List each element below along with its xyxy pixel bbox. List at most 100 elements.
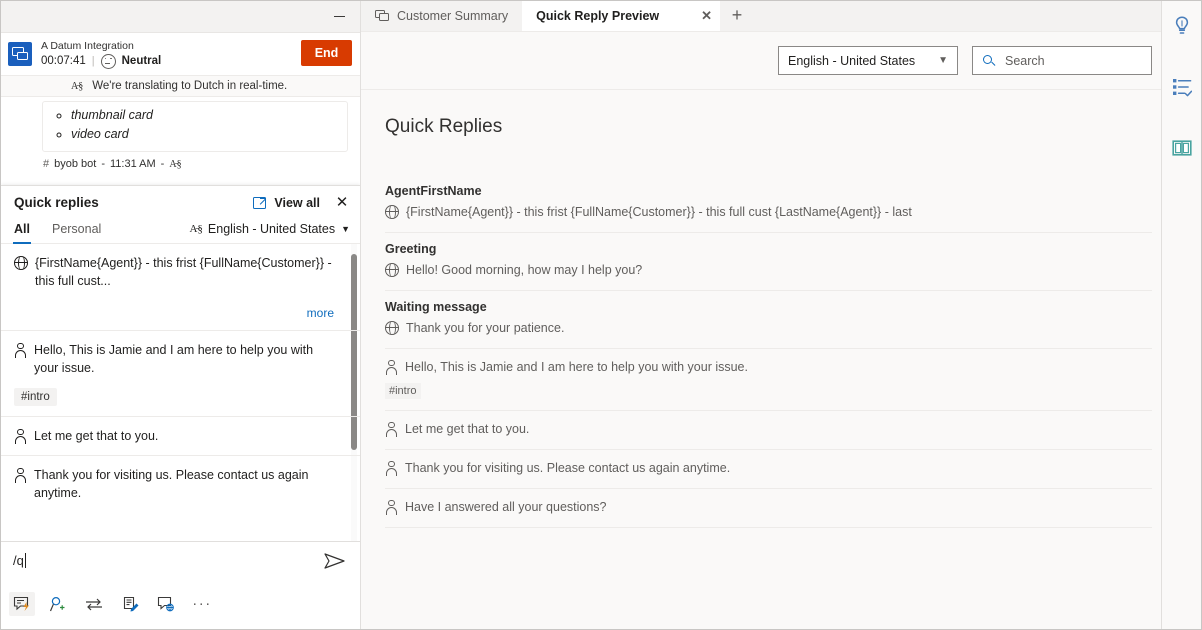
conversation-header: A Datum Integration 00:07:41 | Neutral E… — [1, 33, 360, 75]
translate-icon: A̵§ — [189, 223, 202, 235]
tab-all-label: All — [14, 222, 30, 236]
bot-card: thumbnail card video card — [42, 101, 348, 152]
message-meta-dash: - — [161, 158, 165, 170]
close-icon[interactable]: ✕ — [334, 196, 350, 210]
translate-icon: A̵§ — [71, 81, 83, 92]
search-input[interactable] — [1003, 53, 1142, 69]
preview-item-text: Hello! Good morning, how may I help you? — [406, 261, 642, 279]
conversation-title: A Datum Integration — [41, 40, 161, 53]
close-icon[interactable]: ✕ — [701, 10, 712, 22]
list-item[interactable]: Hello, This is Jamie and I am here to he… — [1, 331, 360, 417]
quick-replies-tabs: All Personal A̵§ English - United States… — [1, 214, 360, 244]
end-conversation-button[interactable]: End — [301, 40, 352, 66]
consult-tool-button[interactable] — [45, 592, 71, 616]
more-icon: ··· — [192, 599, 212, 609]
quick-reply-text: {FirstName{Agent}} - this frist {FullNam… — [35, 254, 334, 290]
composer-toolbar: ··· — [1, 584, 360, 616]
preview-item[interactable]: Have I answered all your questions? — [385, 489, 1152, 528]
chevron-down-icon: ▼ — [341, 224, 350, 234]
preview-item[interactable]: Greeting Hello! Good morning, how may I … — [385, 233, 1152, 291]
chat-pane: A Datum Integration 00:07:41 | Neutral E… — [1, 1, 361, 630]
preview-item[interactable]: AgentFirstName {FirstName{Agent}} - this… — [385, 175, 1152, 233]
person-icon — [385, 499, 398, 514]
preview-item[interactable]: Let me get that to you. — [385, 411, 1152, 450]
quick-replies-title: Quick replies — [14, 195, 253, 210]
hash-icon: # — [43, 158, 49, 170]
chat-pane-titlebar — [1, 1, 360, 33]
chevron-down-icon: ▼ — [938, 55, 948, 66]
view-all-button[interactable]: View all — [253, 196, 320, 210]
translation-banner-text: We're translating to Dutch in real-time. — [92, 80, 287, 92]
tab-personal[interactable]: Personal — [52, 214, 101, 243]
quick-replies-list[interactable]: {FirstName{Agent}} - this frist {FullNam… — [1, 244, 360, 541]
tab-all[interactable]: All — [14, 214, 30, 243]
language-select[interactable]: English - United States ▼ — [778, 46, 958, 75]
notes-tool-button[interactable] — [117, 592, 143, 616]
message-author: byob bot — [54, 158, 96, 170]
search-box[interactable] — [972, 46, 1152, 75]
agent-scripts-icon[interactable] — [1167, 72, 1197, 102]
quick-replies-flyout: Quick replies View all ✕ All Personal A — [1, 185, 360, 541]
chat-app-icon — [8, 42, 32, 66]
knowledge-articles-icon[interactable] — [1167, 133, 1197, 163]
preview-item-name: Waiting message — [385, 300, 1152, 314]
translate-tool-button[interactable] — [153, 592, 179, 616]
translation-banner: A̵§ We're translating to Dutch in real-t… — [1, 75, 360, 97]
tab-quick-reply-preview[interactable]: Quick Reply Preview ✕ — [522, 1, 720, 31]
person-icon — [14, 467, 27, 482]
list-item[interactable]: Let me get that to you. — [1, 417, 360, 456]
globe-icon — [385, 263, 399, 277]
preview-item-text: {FirstName{Agent}} - this frist {FullNam… — [406, 203, 912, 221]
app-window: A Datum Integration 00:07:41 | Neutral E… — [0, 0, 1202, 630]
quick-replies-language-selector[interactable]: A̵§ English - United States ▼ — [189, 222, 350, 236]
quick-reply-text: Thank you for visiting us. Please contac… — [34, 466, 334, 502]
person-icon — [385, 359, 398, 374]
preview-item-tag: #intro — [385, 383, 421, 399]
quick-reply-text: Hello, This is Jamie and I am here to he… — [34, 341, 334, 377]
quick-replies-language-label: English - United States — [208, 222, 335, 236]
tab-customer-summary-label: Customer Summary — [397, 9, 508, 23]
preview-item-text: Thank you for visiting us. Please contac… — [405, 459, 730, 477]
conversation-meta: A Datum Integration 00:07:41 | Neutral — [41, 40, 161, 69]
main-panel: Customer Summary Quick Reply Preview ✕ +… — [361, 1, 1202, 630]
preview-item[interactable]: Waiting message Thank you for your patie… — [385, 291, 1152, 349]
transfer-tool-button[interactable] — [81, 592, 107, 616]
preview-item-text: Thank you for your patience. — [406, 319, 564, 337]
add-tab-button[interactable]: + — [720, 1, 754, 31]
list-item[interactable]: Thank you for visiting us. Please contac… — [1, 456, 360, 512]
search-icon — [982, 54, 995, 67]
composer-input-row[interactable]: /q — [1, 542, 360, 584]
productivity-pane-icon[interactable] — [1167, 11, 1197, 41]
preview-item-text: Hello, This is Jamie and I am here to he… — [405, 358, 748, 376]
person-icon — [14, 342, 27, 357]
bot-card-item: thumbnail card — [71, 106, 337, 125]
preview-item-text: Let me get that to you. — [405, 420, 529, 438]
chat-tab-icon — [375, 10, 389, 22]
send-icon[interactable] — [324, 552, 346, 570]
person-icon — [385, 460, 398, 475]
globe-icon — [14, 256, 28, 270]
preview-item-name: Greeting — [385, 242, 1152, 256]
quick-replies-tool-button[interactable] — [9, 592, 35, 616]
bot-card-item: video card — [71, 125, 337, 144]
more-tool-button[interactable]: ··· — [189, 592, 215, 616]
popout-icon — [253, 196, 267, 210]
tab-quick-reply-preview-label: Quick Reply Preview — [536, 9, 659, 23]
message-meta-separator: - — [101, 158, 105, 170]
text-caret — [25, 553, 26, 568]
message-time: 11:31 AM — [110, 158, 156, 170]
preview-item[interactable]: Hello, This is Jamie and I am here to he… — [385, 349, 1152, 411]
message-meta: # byob bot - 11:31 AM - A̵§ — [43, 158, 360, 170]
neutral-face-icon — [101, 54, 116, 69]
page-title: Quick Replies — [385, 116, 1152, 138]
view-all-label: View all — [274, 196, 320, 210]
minimize-button[interactable] — [318, 1, 360, 33]
composer-input[interactable]: /q — [13, 552, 324, 569]
preview-item-name: AgentFirstName — [385, 184, 1152, 198]
quick-replies-header: Quick replies View all ✕ — [1, 186, 360, 214]
message-composer: /q — [1, 541, 360, 630]
preview-item[interactable]: Thank you for visiting us. Please contac… — [385, 450, 1152, 489]
list-item[interactable]: {FirstName{Agent}} - this frist {FullNam… — [1, 244, 360, 331]
more-link[interactable]: more — [14, 306, 334, 320]
tab-customer-summary[interactable]: Customer Summary — [361, 1, 522, 31]
